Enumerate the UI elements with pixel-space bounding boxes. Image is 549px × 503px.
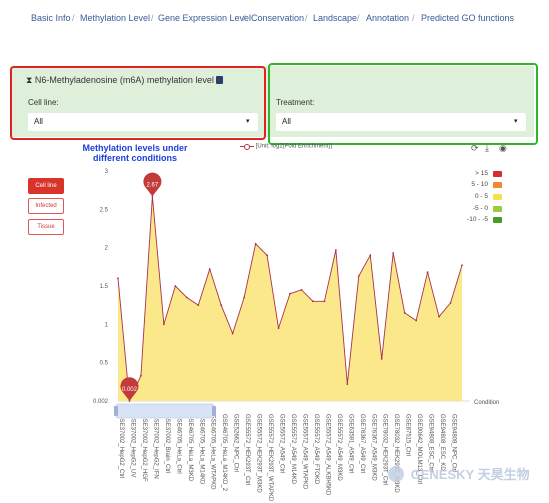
x-axis-title: Condition (474, 400, 499, 406)
y-tick-label: 1.5 (100, 284, 109, 290)
data-point (162, 323, 165, 326)
data-point (266, 254, 268, 257)
max-marker-label: 2.67 (147, 182, 159, 188)
x-tick-label: GSE55572_HEK293T_Ctrl (244, 414, 250, 485)
data-point (357, 275, 360, 277)
data-point (461, 264, 463, 267)
y-tick-label: 2 (105, 246, 109, 252)
x-tick-label: GSE55572_A549_M3KD (336, 414, 342, 481)
x-tick-label: GSE46705_HeLa_Ctrl (175, 414, 181, 474)
x-tick-label: GSE37002_HepG2_HGF (141, 414, 147, 482)
x-tick-label: GSE55572_HEK293T_M3KD (256, 414, 262, 493)
data-point (300, 288, 303, 291)
data-point (208, 268, 211, 271)
x-tick-label: GSE55572_A549_Ctrl (279, 414, 285, 473)
y-tick-label: 2.5 (100, 207, 109, 213)
methylation-area-chart: 0.002 0.5 1 1.5 2 2.5 3 Condition GSE37002_HepG2… (93, 169, 499, 502)
zoom-handle-left[interactable] (114, 406, 118, 416)
x-tick-label: GSE37002_Brain_Ctrl (164, 414, 170, 473)
data-point (415, 319, 418, 322)
data-point (323, 300, 326, 303)
data-point (140, 374, 142, 377)
data-point (403, 311, 406, 314)
x-tick-label: GSE94808_ESC_KD (439, 414, 445, 471)
x-tick-label: GSE87515_Ctrl (405, 414, 411, 456)
data-point (380, 357, 383, 360)
x-tick-label: GSE52662_NPC_Ctrl (233, 414, 239, 472)
x-tick-label: GSE55572_HEK293T_WTAPKD (267, 414, 273, 502)
data-point (220, 304, 223, 307)
genesky-watermark: GENESKY 天昊生物 (388, 464, 530, 483)
y-tick-label: 0.002 (93, 399, 109, 405)
x-tick-label: GSE63591_A549_Ctrl (347, 414, 353, 473)
data-point (312, 300, 314, 303)
zoom-slider-window[interactable] (115, 403, 215, 419)
x-tick-label: GSE78032_HEK293T_Ctrl (382, 414, 388, 485)
data-point (334, 249, 337, 251)
data-point (346, 383, 349, 386)
y-tick-label: 0.5 (100, 361, 109, 367)
data-point (231, 332, 234, 335)
x-tick-label: GSE37002_HepG2_IFN (152, 414, 158, 479)
x-tick-label: GSE76367_A549_M3KD (370, 414, 376, 481)
x-tick-label: GSE55572_A549_FTOKD (313, 414, 319, 485)
data-point (438, 315, 440, 318)
x-tick-label: GSE55572_A549_M14KD (290, 414, 296, 485)
zoom-handle-right[interactable] (212, 406, 216, 416)
data-point (174, 285, 177, 287)
y-tick-label: 1 (105, 322, 109, 328)
data-point (369, 254, 372, 257)
watermark-text: GENESKY 天昊生物 (410, 467, 530, 482)
x-tick-label: GSE37002_HepG2_UV (129, 414, 135, 477)
data-point (449, 301, 452, 304)
x-tick-label: GSE46705_HeLa_M14KD (198, 414, 204, 485)
data-point (254, 242, 257, 245)
data-point (426, 271, 429, 274)
data-point (117, 277, 119, 280)
data-point (392, 252, 395, 254)
x-tick-label: GSE55572_A549_ALKBH5KD (324, 414, 330, 496)
area-fill (118, 196, 462, 401)
x-tick-label: GSE76367_A549_Ctrl (359, 414, 365, 473)
data-point (243, 296, 246, 299)
x-tick-label: GSE46705_HeLa_M14KD_2 (221, 414, 227, 492)
data-point (185, 296, 188, 299)
data-point (277, 327, 280, 330)
x-tick-label: GSE37002_HepG2_Ctrl (118, 414, 124, 478)
min-marker-label: 0.002 (122, 387, 138, 393)
x-tick-label: GSE46705_HeLa_M3KD (187, 414, 193, 482)
x-tick-label: GSE55572_A549_WTAPKD (301, 414, 307, 490)
data-point (197, 304, 200, 307)
x-tick-label: GSE46705_HeLa_WTAPKD (210, 414, 216, 490)
watermark-logo-icon (388, 466, 404, 482)
y-tick-label: 3 (105, 169, 109, 175)
data-point (289, 292, 291, 295)
